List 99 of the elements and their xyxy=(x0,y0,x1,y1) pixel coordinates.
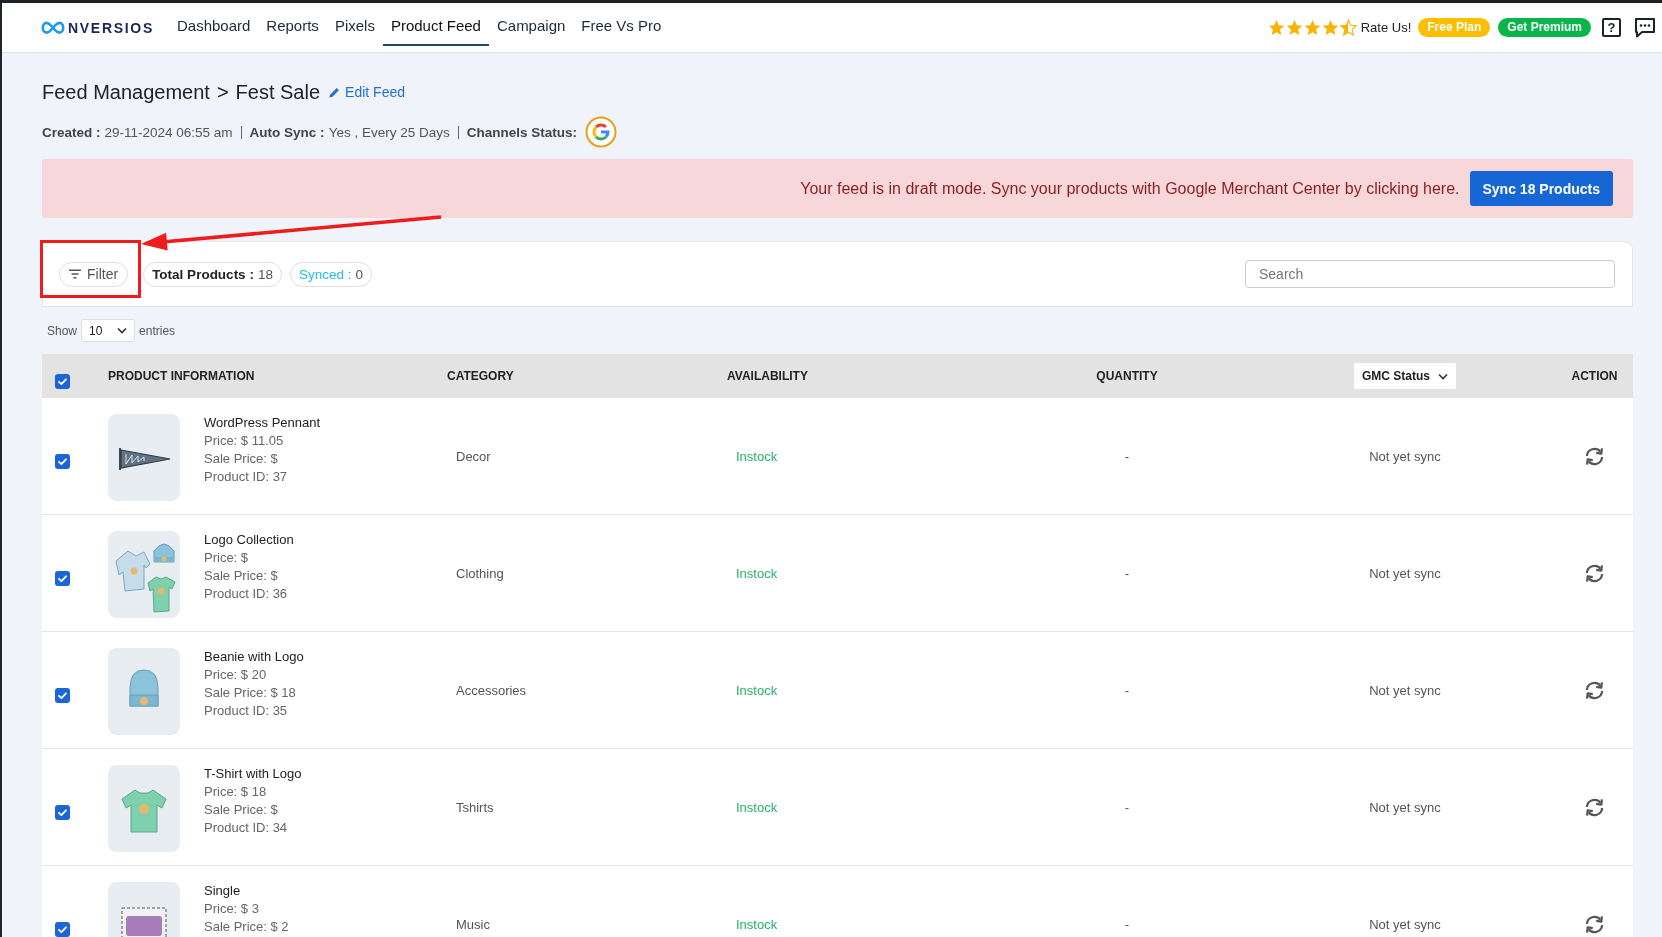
product-price: Price: $ 18 xyxy=(204,783,268,801)
availability-status: Instock xyxy=(735,799,778,815)
checkbox[interactable] xyxy=(55,571,70,586)
product-sale-price: Sale Price: $ 18 xyxy=(204,684,297,702)
category-text: Decor xyxy=(455,448,491,464)
column-header: ACTION xyxy=(1571,369,1618,383)
search-field[interactable]: Search xyxy=(1245,260,1615,288)
nav-tab[interactable]: Reports xyxy=(258,3,327,46)
column-header: PRODUCT INFORMATION xyxy=(108,369,256,383)
quantity-text: - xyxy=(1124,448,1130,464)
star-icon xyxy=(1285,19,1303,36)
product-sale-price: Sale Price: $ 2 xyxy=(204,918,289,936)
availability-status: Instock xyxy=(735,682,778,698)
product-id: Product ID: 34 xyxy=(204,819,289,837)
rate-us-link[interactable]: Rate Us! xyxy=(1360,20,1412,35)
nav-tab[interactable]: Free Vs Pro xyxy=(573,3,670,46)
column-header: QUANTITY xyxy=(1096,369,1158,383)
gmc-status-text: Not yet sync xyxy=(1369,448,1441,464)
product-price: Price: $ xyxy=(204,549,250,567)
product-name: Beanie with Logo xyxy=(204,648,304,666)
chevron-down-icon xyxy=(1438,372,1448,380)
gmc-status-text: Not yet sync xyxy=(1369,916,1441,932)
category-text: Music xyxy=(455,916,490,932)
edit-feed-link[interactable]: Edit Feed xyxy=(329,84,405,100)
refresh-icon[interactable] xyxy=(1585,563,1604,583)
product-sale-price: Sale Price: $ xyxy=(204,450,279,468)
quantity-text: - xyxy=(1124,799,1130,815)
availability-status: Instock xyxy=(735,565,778,581)
pencil-icon xyxy=(329,86,341,98)
filter-button[interactable]: Filter xyxy=(59,261,129,287)
refresh-icon[interactable] xyxy=(1585,446,1604,466)
star-icon xyxy=(1267,19,1285,36)
nav-tab[interactable]: Pixels xyxy=(326,3,383,46)
entries-select[interactable]: 10 xyxy=(81,319,136,342)
refresh-icon[interactable] xyxy=(1585,914,1604,934)
refresh-icon[interactable] xyxy=(1585,680,1604,700)
help-button[interactable]: ? xyxy=(1602,18,1621,37)
product-name: Logo Collection xyxy=(204,531,294,549)
product-id: Product ID: 37 xyxy=(204,468,289,486)
counter-label: Synced : xyxy=(298,266,352,282)
checkbox[interactable] xyxy=(55,454,70,469)
quantity-text: - xyxy=(1124,565,1130,581)
column-header: CATEGORY xyxy=(447,369,515,383)
logo-text: NVERSIOS xyxy=(68,19,154,36)
nav-tab[interactable]: Product Feed xyxy=(382,3,489,46)
entries-label: entries xyxy=(139,323,176,338)
product-sale-price: Sale Price: $ xyxy=(204,801,279,819)
meta-label: Auto Sync : xyxy=(249,124,325,140)
half-star-icon xyxy=(1339,19,1357,36)
counter-label: Total Products : xyxy=(152,266,254,282)
breadcrumb-separator: > xyxy=(216,80,229,104)
chevron-down-icon xyxy=(117,327,128,334)
category-text: Clothing xyxy=(455,565,504,581)
gmc-status-text: Not yet sync xyxy=(1369,799,1441,815)
meta-value: Yes , Every 25 Days xyxy=(328,124,450,140)
gmc-status-text: Not yet sync xyxy=(1369,565,1441,581)
quantity-text: - xyxy=(1124,682,1130,698)
filter-icon xyxy=(69,269,81,279)
quantity-text: - xyxy=(1124,916,1130,932)
meta-value: 29-11-2024 06:55 am xyxy=(104,124,233,140)
page-title: Fest Sale xyxy=(235,80,321,104)
checkbox[interactable] xyxy=(55,922,70,937)
product-name: WordPress Pennant xyxy=(204,414,321,432)
checkbox[interactable] xyxy=(55,373,70,389)
checkbox[interactable] xyxy=(55,688,70,703)
meta-label: Created : xyxy=(42,124,101,140)
product-price: Price: $ 20 xyxy=(204,666,268,684)
nav-tab[interactable]: Campaign xyxy=(488,3,574,46)
star-icon xyxy=(1303,19,1321,36)
refresh-icon[interactable] xyxy=(1585,797,1604,817)
meta-label: Channels Status: xyxy=(466,124,577,140)
breadcrumb-link[interactable]: Feed Management xyxy=(42,80,210,104)
checkbox[interactable] xyxy=(55,805,70,820)
product-id: Product ID: 35 xyxy=(204,702,289,720)
counter-value: 18 xyxy=(257,266,273,282)
star-rating[interactable] xyxy=(1267,19,1357,36)
star-icon xyxy=(1321,19,1339,36)
product-sale-price: Sale Price: $ xyxy=(204,567,279,585)
product-price: Price: $ 11.05 xyxy=(204,432,285,450)
g-logo-icon xyxy=(584,116,617,148)
product-price: Price: $ 3 xyxy=(204,900,260,918)
counter-value: 0 xyxy=(355,266,363,282)
gmc-status-text: Not yet sync xyxy=(1369,682,1441,698)
product-name: T-Shirt with Logo xyxy=(204,765,302,783)
plan-badge: Free Plan xyxy=(1418,18,1491,37)
sync-products-button[interactable]: Sync 18 Products xyxy=(1469,171,1613,206)
availability-status: Instock xyxy=(735,916,778,932)
chat-icon[interactable] xyxy=(1635,17,1656,38)
category-text: Accessories xyxy=(455,682,527,698)
column-header: AVAILABILITY xyxy=(727,369,809,383)
loop-logo-icon xyxy=(40,20,66,35)
gmc-status-dropdown[interactable]: GMC Status xyxy=(1354,363,1456,389)
show-label: Show xyxy=(47,323,78,338)
category-text: Tshirts xyxy=(455,799,494,815)
nav-tab[interactable]: Dashboard xyxy=(168,3,259,46)
banner-message: Your feed is in draft mode. Sync your products with Google Merchant Center by clicking here. xyxy=(800,179,1460,198)
availability-status: Instock xyxy=(735,448,778,464)
product-id: Product ID: 36 xyxy=(204,585,289,603)
product-name: Single xyxy=(204,882,242,900)
